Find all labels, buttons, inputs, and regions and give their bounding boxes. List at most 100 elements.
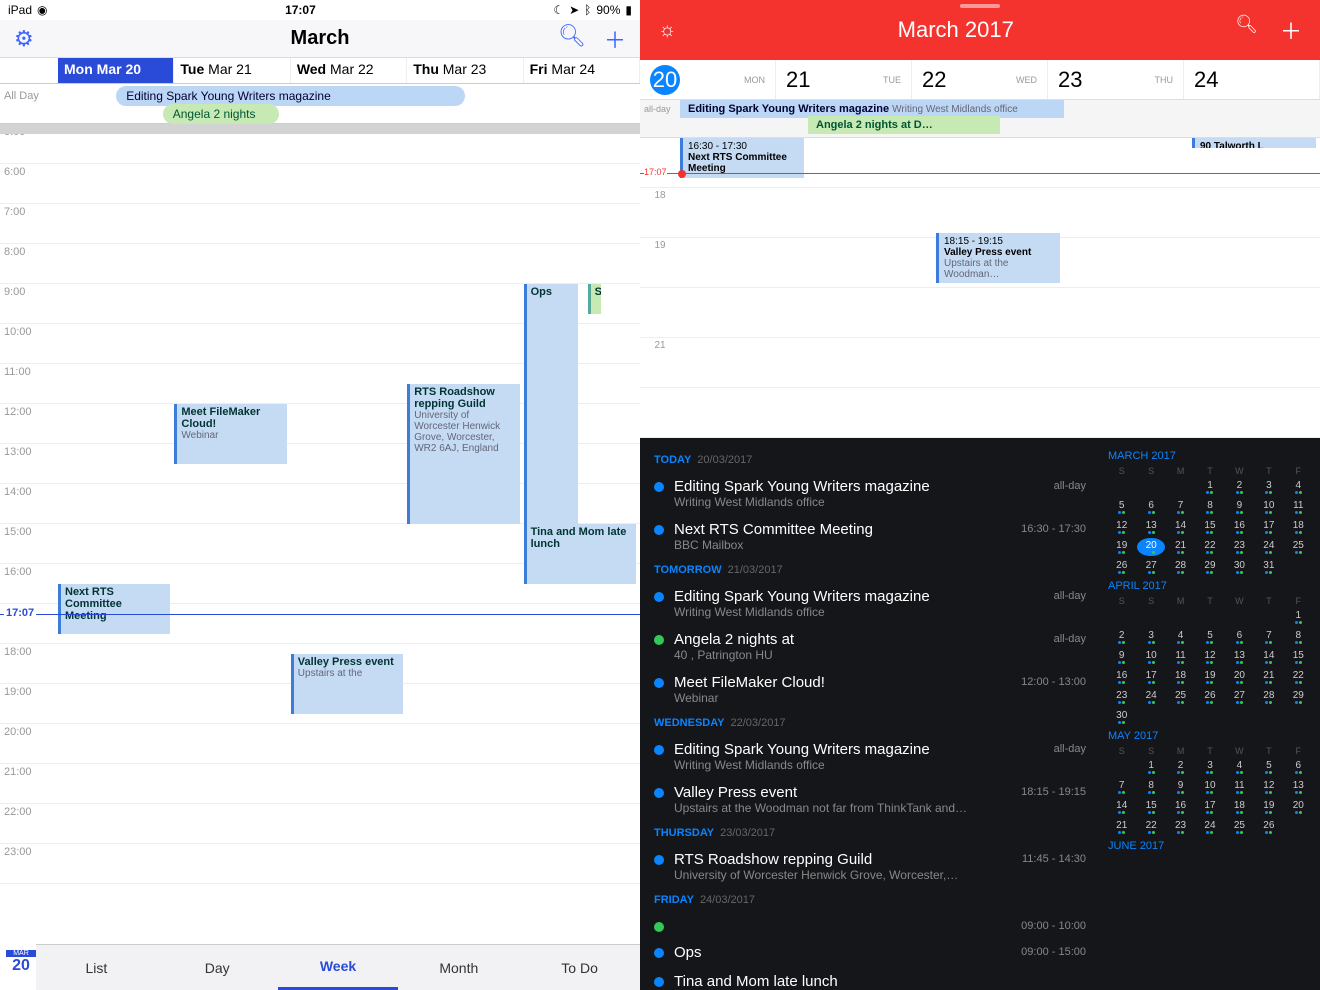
mini-day[interactable]: 17	[1137, 668, 1164, 686]
day-header[interactable]: 22WED	[912, 60, 1048, 99]
mini-day[interactable]: 16	[1167, 798, 1194, 816]
add-icon[interactable]: ＋	[604, 23, 626, 55]
mini-day[interactable]: 3	[1196, 758, 1223, 776]
mini-day[interactable]: 11	[1167, 648, 1194, 666]
mini-day[interactable]: 20	[1226, 668, 1253, 686]
allday-event[interactable]: Angela 2 nights at D…	[808, 116, 1000, 134]
mini-day[interactable]: 4	[1285, 478, 1312, 496]
agenda-item[interactable]: Meet FileMaker Cloud!Webinar 12:00 - 13:…	[640, 668, 1100, 711]
agenda-item[interactable]: Tina and Mom late lunch	[640, 967, 1100, 990]
mini-day[interactable]: 16	[1226, 518, 1253, 536]
agenda-item[interactable]: Next RTS Committee MeetingBBC Mailbox 16…	[640, 515, 1100, 558]
calendar-event[interactable]: Next RTS Committee Meeting	[58, 584, 170, 634]
day-header[interactable]: 23THU	[1048, 60, 1184, 99]
agenda-item[interactable]: 09:00 - 10:00	[640, 912, 1100, 938]
calendar-event[interactable]: Meet FileMaker Cloud!Webinar	[174, 404, 286, 464]
mini-day[interactable]: 1	[1137, 758, 1164, 776]
mini-day[interactable]: 21	[1108, 818, 1135, 836]
mini-day[interactable]: 19	[1108, 538, 1135, 556]
mini-day[interactable]: 1	[1196, 478, 1223, 496]
allday-event[interactable]: Editing Spark Young Writers magazine	[116, 86, 465, 106]
mini-day[interactable]: 2	[1167, 758, 1194, 776]
mini-day[interactable]: 17	[1196, 798, 1223, 816]
agenda-item[interactable]: Ops 09:00 - 15:00	[640, 938, 1100, 967]
mini-day[interactable]: 8	[1196, 498, 1223, 516]
calendar-event[interactable]: Screen	[588, 284, 601, 314]
mini-day[interactable]: 9	[1108, 648, 1135, 666]
mini-day[interactable]: 7	[1255, 628, 1282, 646]
mini-day[interactable]: 13	[1285, 778, 1312, 796]
calendar-event[interactable]: Ops	[524, 284, 578, 544]
agenda-item[interactable]: Valley Press eventUpstairs at the Woodma…	[640, 778, 1100, 821]
day-header[interactable]: 21TUE	[776, 60, 912, 99]
calendar-event[interactable]: RTS Roadshow repping GuildUniversity of …	[407, 384, 519, 524]
mini-day[interactable]: 6	[1285, 758, 1312, 776]
mini-day[interactable]: 29	[1285, 688, 1312, 706]
mini-day[interactable]: 30	[1108, 708, 1135, 726]
mini-day[interactable]: 25	[1285, 538, 1312, 556]
mini-day[interactable]: 16	[1108, 668, 1135, 686]
mini-day[interactable]: 8	[1285, 628, 1312, 646]
mini-day[interactable]: 14	[1255, 648, 1282, 666]
mini-calendar[interactable]: MARCH 2017SSMTWTF12345678910111213141516…	[1100, 438, 1320, 990]
mini-day[interactable]: 22	[1285, 668, 1312, 686]
mini-day[interactable]: 23	[1226, 538, 1253, 556]
agenda-item[interactable]: Editing Spark Young Writers magazineWrit…	[640, 735, 1100, 778]
mini-day[interactable]: 20	[1285, 798, 1312, 816]
mini-day[interactable]: 10	[1137, 648, 1164, 666]
mini-day[interactable]: 26	[1196, 688, 1223, 706]
search-icon[interactable]: 🔍︎	[1235, 14, 1258, 46]
view-tab-day[interactable]: Day	[157, 945, 278, 990]
mini-day[interactable]: 8	[1137, 778, 1164, 796]
day-header[interactable]: 20MON	[640, 60, 776, 99]
week-grid[interactable]: 5:006:007:008:009:0010:0011:0012:0013:00…	[0, 124, 640, 944]
mini-day[interactable]: 27	[1137, 558, 1164, 576]
mini-day[interactable]: 5	[1108, 498, 1135, 516]
mini-day[interactable]: 21	[1167, 538, 1194, 556]
day-header[interactable]: Wed Mar 22	[291, 58, 407, 83]
settings-icon[interactable]: ⚙	[14, 26, 34, 52]
mini-day[interactable]: 2	[1226, 478, 1253, 496]
mini-day[interactable]: 22	[1196, 538, 1223, 556]
mini-day[interactable]: 24	[1196, 818, 1223, 836]
mini-day[interactable]: 25	[1167, 688, 1194, 706]
agenda-list[interactable]: TODAY20/03/2017 Editing Spark Young Writ…	[640, 438, 1100, 990]
mini-day[interactable]: 19	[1255, 798, 1282, 816]
day-grid[interactable]: 181921 16:30 - 17:30Next RTS Committee M…	[640, 138, 1320, 438]
mini-day[interactable]: 5	[1255, 758, 1282, 776]
search-icon[interactable]: 🔍︎	[558, 23, 586, 55]
mini-day[interactable]: 26	[1255, 818, 1282, 836]
mini-day[interactable]: 19	[1196, 668, 1223, 686]
mini-day[interactable]: 30	[1226, 558, 1253, 576]
mini-day[interactable]: 4	[1167, 628, 1194, 646]
mini-day[interactable]: 4	[1226, 758, 1253, 776]
mini-day[interactable]: 11	[1285, 498, 1312, 516]
view-tab-month[interactable]: Month	[398, 945, 519, 990]
mini-day[interactable]: 17	[1255, 518, 1282, 536]
mini-day[interactable]: 27	[1226, 688, 1253, 706]
mini-day[interactable]: 28	[1255, 688, 1282, 706]
mini-day[interactable]: 9	[1167, 778, 1194, 796]
day-header[interactable]: Mon Mar 20	[58, 58, 174, 83]
view-tab-week[interactable]: Week	[278, 945, 399, 990]
mini-day[interactable]: 18	[1167, 668, 1194, 686]
add-icon[interactable]: ＋	[1280, 14, 1302, 46]
agenda-item[interactable]: Angela 2 nights at40 , Patrington HU all…	[640, 625, 1100, 668]
mini-day[interactable]: 14	[1167, 518, 1194, 536]
calendar-event[interactable]: 90 Talworth L	[1192, 138, 1316, 148]
mini-day[interactable]: 23	[1167, 818, 1194, 836]
mini-day[interactable]: 11	[1226, 778, 1253, 796]
view-tab-list[interactable]: List	[36, 945, 157, 990]
agenda-item[interactable]: Editing Spark Young Writers magazineWrit…	[640, 582, 1100, 625]
mini-day[interactable]: 23	[1108, 688, 1135, 706]
mini-day[interactable]: 15	[1137, 798, 1164, 816]
mini-day[interactable]: 6	[1226, 628, 1253, 646]
mini-day[interactable]: 12	[1196, 648, 1223, 666]
agenda-item[interactable]: Editing Spark Young Writers magazineWrit…	[640, 472, 1100, 515]
calendar-event[interactable]: Tina and Mom late lunch	[524, 524, 636, 584]
mini-day[interactable]: 26	[1108, 558, 1135, 576]
mini-day[interactable]: 24	[1255, 538, 1282, 556]
mini-day[interactable]: 18	[1226, 798, 1253, 816]
mini-day[interactable]: 1	[1285, 608, 1312, 626]
day-header[interactable]: Thu Mar 23	[407, 58, 523, 83]
